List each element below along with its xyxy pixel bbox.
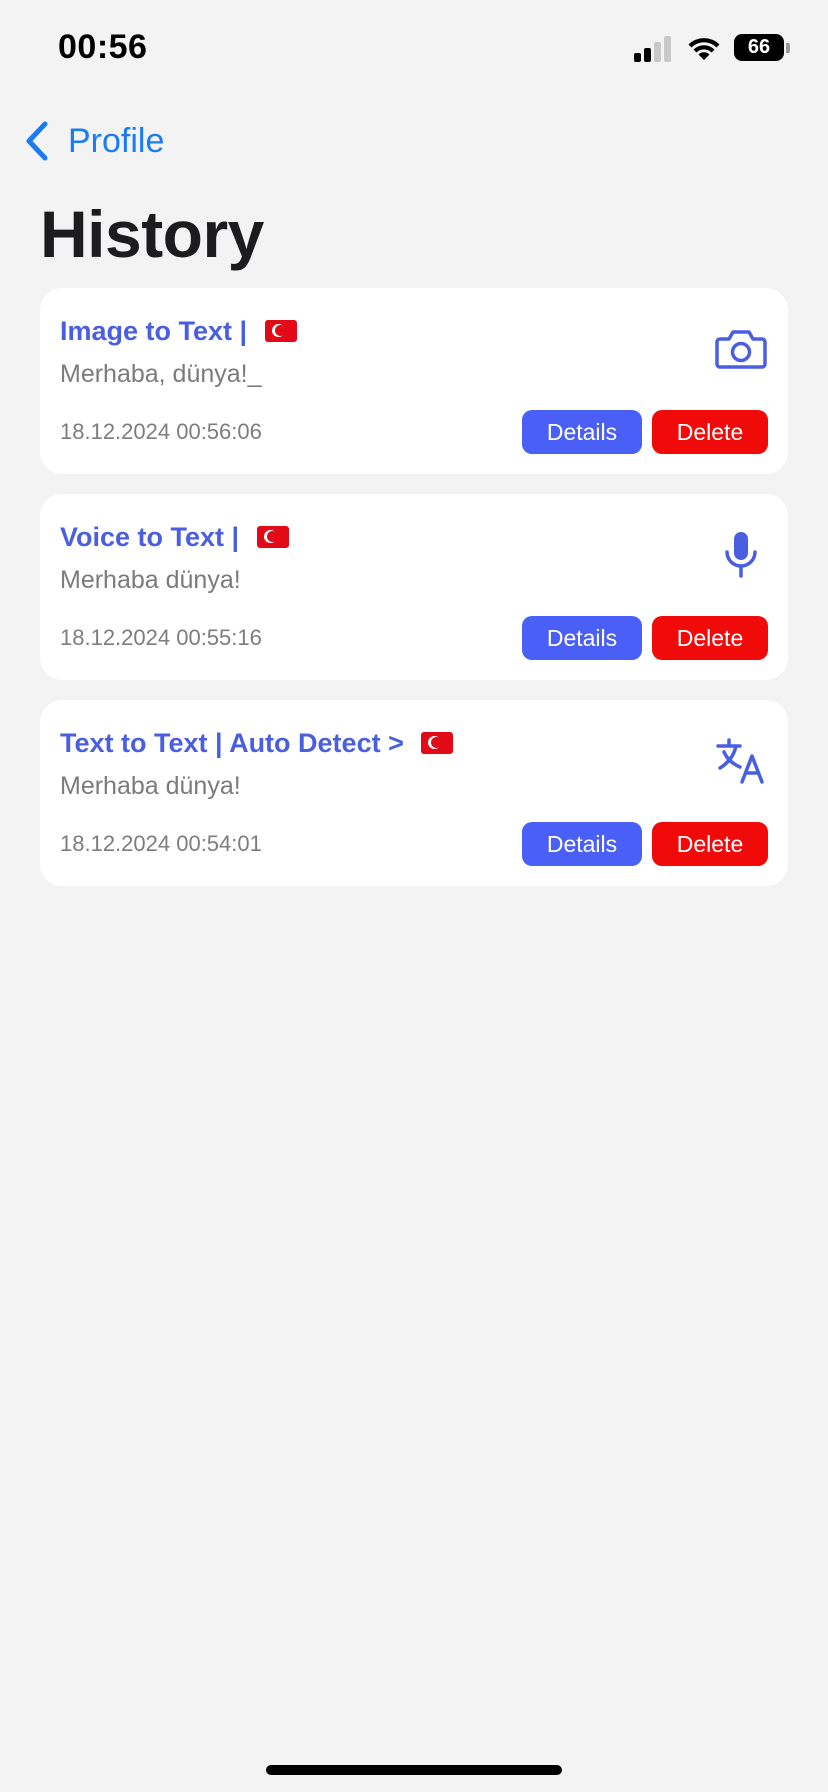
status-bar: 00:56 66 xyxy=(0,0,828,100)
turkey-flag-icon xyxy=(256,526,289,548)
details-button[interactable]: Details xyxy=(522,616,642,660)
camera-icon xyxy=(715,330,767,369)
history-card-date: 18.12.2024 00:56:06 xyxy=(60,419,262,444)
turkey-flag-icon xyxy=(421,732,454,754)
home-indicator xyxy=(266,1765,562,1775)
history-card-title-text: Voice to Text | xyxy=(60,522,247,552)
history-card-text: Merhaba dünya! xyxy=(60,772,241,800)
battery-level: 66 xyxy=(747,36,771,58)
history-card-title: Image to Text | xyxy=(60,316,297,347)
page-title: History xyxy=(40,197,264,271)
history-card-title-text: Image to Text | xyxy=(60,316,255,346)
cellular-signal-icon xyxy=(634,36,674,62)
back-button[interactable]: Profile xyxy=(24,118,164,164)
details-button[interactable]: Details xyxy=(522,822,642,866)
history-card-text: Merhaba dünya! xyxy=(60,566,241,594)
history-card-date: 18.12.2024 00:55:16 xyxy=(60,625,262,650)
chevron-left-icon xyxy=(26,121,48,161)
history-card-title: Text to Text | Auto Detect > xyxy=(60,728,454,759)
details-button[interactable]: Details xyxy=(522,410,642,454)
history-card-title: Voice to Text | xyxy=(60,522,289,553)
history-card: Image to Text | Merhaba, dünya!_ 18.12.2… xyxy=(40,288,788,474)
battery-cap xyxy=(786,43,790,53)
history-card-text: Merhaba, dünya!_ xyxy=(60,360,262,388)
delete-button[interactable]: Delete xyxy=(652,822,768,866)
history-card-title-text: Text to Text | Auto Detect > xyxy=(60,728,412,758)
history-list: Image to Text | Merhaba, dünya!_ 18.12.2… xyxy=(40,288,788,906)
history-card: Text to Text | Auto Detect > Merhaba dün… xyxy=(40,700,788,886)
turkey-flag-icon xyxy=(264,320,297,342)
history-card: Voice to Text | Merhaba dünya! 18.12.202… xyxy=(40,494,788,680)
status-time: 00:56 xyxy=(58,28,148,66)
history-card-date: 18.12.2024 00:54:01 xyxy=(60,831,262,856)
battery-icon: 66 xyxy=(734,34,784,61)
back-label: Profile xyxy=(68,121,165,160)
history-screen: 00:56 66 Profile History Image to Text |… xyxy=(0,0,828,1792)
translate-icon xyxy=(716,738,764,784)
wifi-icon xyxy=(688,38,720,60)
delete-button[interactable]: Delete xyxy=(652,616,768,660)
delete-button[interactable]: Delete xyxy=(652,410,768,454)
microphone-icon xyxy=(725,532,757,578)
